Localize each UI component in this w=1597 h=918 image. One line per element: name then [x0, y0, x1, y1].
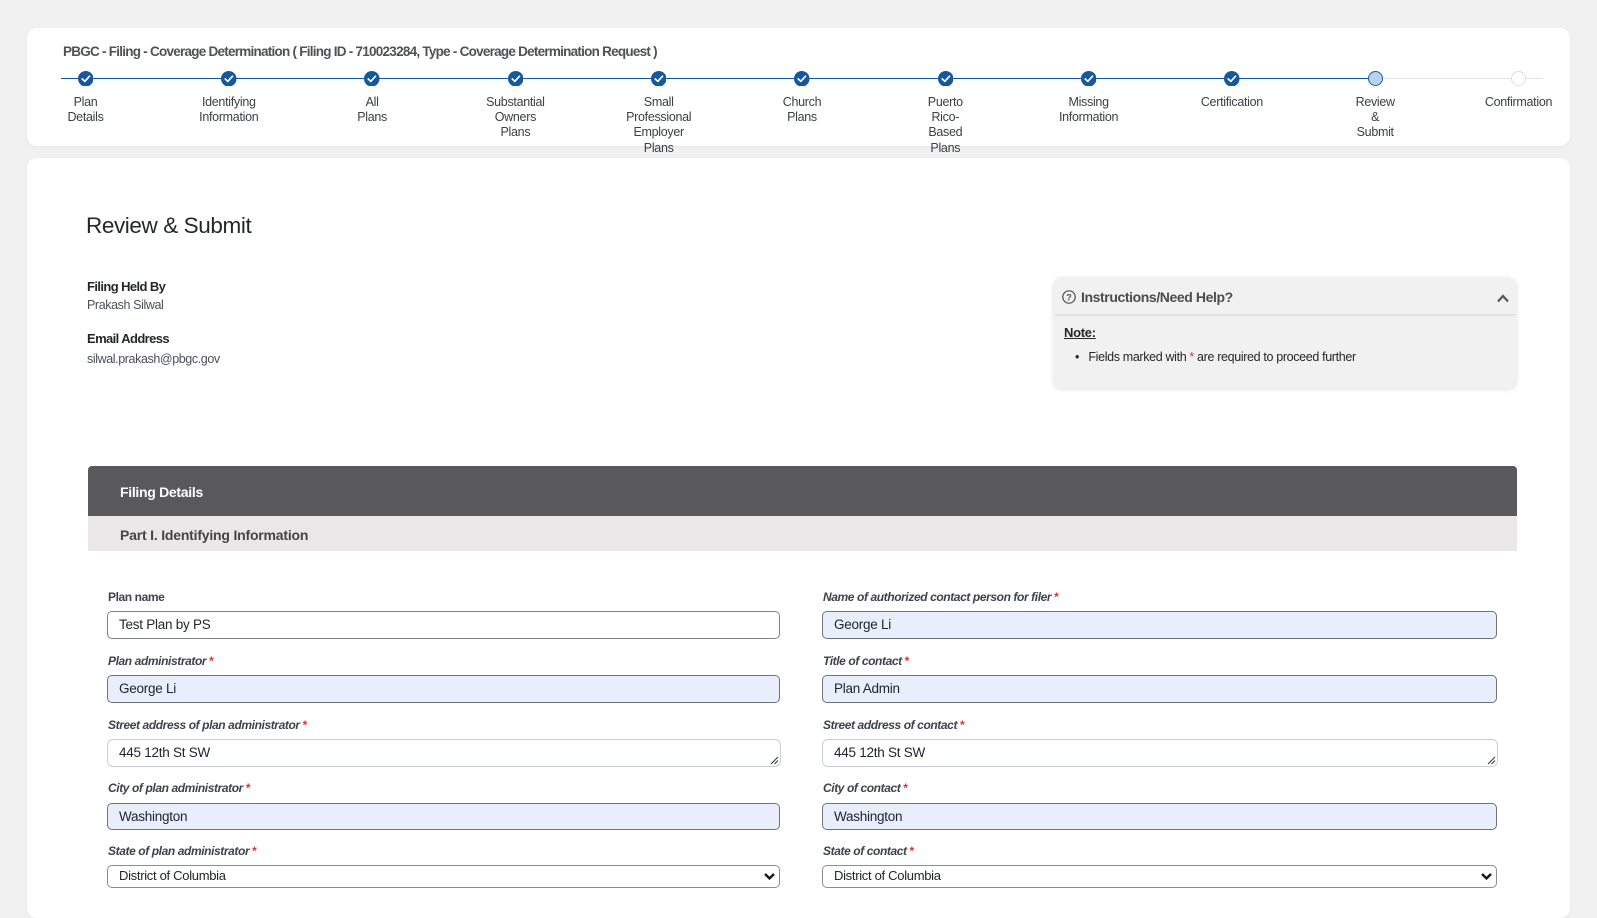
svg-text:?: ?: [1066, 292, 1072, 302]
